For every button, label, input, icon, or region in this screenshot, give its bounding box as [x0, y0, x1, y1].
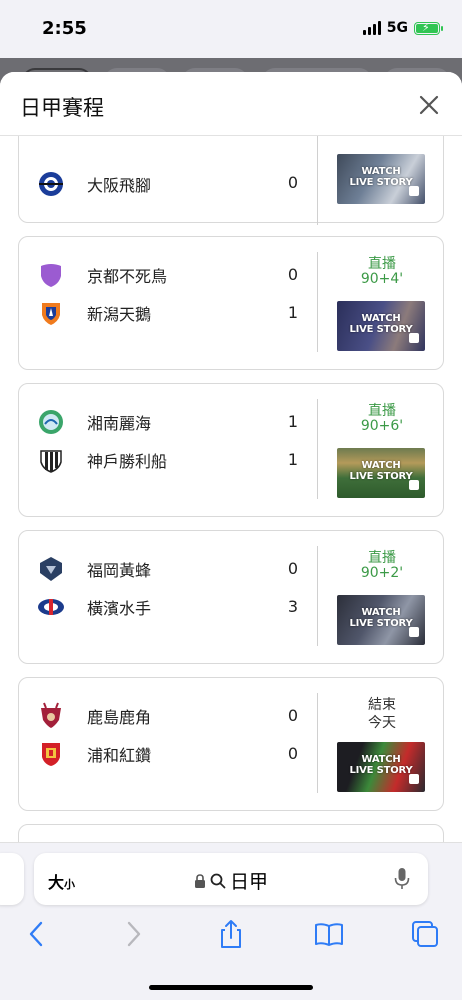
kashima-antlers-crest-icon	[37, 702, 65, 730]
divider	[317, 133, 318, 225]
match-time: 90+2'	[360, 565, 404, 581]
text-size-small-label: 小	[64, 878, 76, 891]
away-team-name: 橫濱水手	[87, 599, 152, 618]
away-team-score: 1	[287, 303, 299, 322]
thumbnail-caption: WATCH LIVE STORY	[349, 460, 413, 482]
cellular-signal-icon	[362, 21, 381, 35]
share-icon[interactable]	[216, 919, 246, 949]
away-team-score: 0	[287, 173, 299, 192]
tabs-icon[interactable]	[410, 919, 440, 949]
schedule-sheet: 日甲賽程 大阪飛腳 0 WATCH LIVE STORY 京都不死鳥 0 新潟天…	[0, 72, 462, 852]
status-bar: 2:55 5G ⚡	[0, 0, 462, 58]
shonan-bellmare-crest-icon	[37, 408, 65, 436]
home-team-score: 0	[287, 559, 299, 578]
battery-charging-icon: ⚡	[414, 21, 443, 35]
thumbnail-caption: WATCH LIVE STORY	[349, 607, 413, 629]
live-story-thumbnail[interactable]: WATCH LIVE STORY	[337, 301, 425, 351]
sheet-header: 日甲賽程	[0, 72, 462, 136]
lock-icon	[195, 873, 205, 888]
story-icon	[409, 186, 419, 196]
close-icon[interactable]	[418, 94, 440, 116]
back-icon[interactable]	[22, 919, 52, 949]
thumbnail-caption: WATCH LIVE STORY	[349, 754, 413, 776]
forward-icon[interactable]	[118, 919, 148, 949]
browser-bottom-bar: 大小 日甲	[0, 842, 462, 1000]
away-team-name: 浦和紅鑽	[87, 746, 152, 765]
status-indicators: 5G ⚡	[362, 20, 443, 36]
search-query: 日甲	[230, 871, 269, 893]
kyoto-sanga-crest-icon	[37, 261, 65, 289]
live-story-thumbnail[interactable]: WATCH LIVE STORY	[337, 742, 425, 792]
browser-toolbar	[0, 919, 462, 959]
match-card[interactable]: 京都不死鳥 0 新潟天鵝 1 直播 90+4' WATCH LIVE STORY	[18, 236, 444, 370]
home-team-score: 0	[287, 265, 299, 284]
match-card[interactable]: 鹿島鹿角 0 浦和紅鑽 0 結束 今天 WATCH LIVE STORY	[18, 677, 444, 811]
match-status: 直播	[368, 403, 396, 419]
match-status: 直播	[368, 550, 396, 566]
divider	[317, 546, 318, 646]
away-team-name: 神戶勝利船	[87, 452, 168, 471]
home-team-name: 京都不死鳥	[87, 267, 168, 286]
live-story-thumbnail[interactable]: WATCH LIVE STORY	[337, 595, 425, 645]
story-icon	[409, 333, 419, 343]
network-type: 5G	[386, 20, 408, 36]
match-time: 90+4'	[360, 271, 404, 287]
gamba-osaka-crest-icon	[37, 170, 65, 198]
match-card[interactable]: 湘南麗海 1 神戶勝利船 1 直播 90+6' WATCH LIVE STORY	[18, 383, 444, 517]
yokohama-marinos-crest-icon	[37, 593, 65, 621]
away-team-name: 新潟天鵝	[87, 305, 152, 324]
divider	[317, 252, 318, 352]
urawa-reds-crest-icon	[37, 740, 65, 768]
away-team-score: 0	[287, 744, 299, 763]
match-status: 結束	[368, 697, 396, 713]
sheet-title: 日甲賽程	[20, 96, 104, 120]
status-time: 2:55	[42, 18, 87, 39]
away-team-score: 3	[287, 597, 299, 616]
albirex-niigata-crest-icon	[37, 299, 65, 327]
thumbnail-caption: WATCH LIVE STORY	[349, 313, 413, 335]
vissel-kobe-crest-icon	[37, 446, 65, 474]
divider	[317, 693, 318, 793]
thumbnail-caption: WATCH LIVE STORY	[349, 166, 413, 188]
story-icon	[409, 627, 419, 637]
match-card[interactable]: 福岡黃蜂 0 橫濱水手 3 直播 90+2' WATCH LIVE STORY	[18, 530, 444, 664]
match-time: 90+6'	[360, 418, 404, 434]
away-team-name: 大阪飛腳	[87, 176, 152, 195]
home-team-name: 湘南麗海	[87, 414, 152, 433]
match-status: 直播	[368, 256, 396, 272]
home-team-score: 0	[287, 706, 299, 725]
address-display[interactable]: 日甲	[194, 867, 268, 894]
match-date: 今天	[368, 715, 396, 731]
microphone-icon[interactable]	[394, 867, 410, 891]
avispa-fukuoka-crest-icon	[37, 555, 65, 583]
previous-tab-preview[interactable]	[0, 853, 24, 905]
address-bar[interactable]: 大小 日甲	[34, 853, 428, 905]
divider	[317, 399, 318, 499]
story-icon	[409, 774, 419, 784]
home-team-name: 鹿島鹿角	[87, 708, 152, 727]
bookmarks-icon[interactable]	[314, 919, 344, 949]
search-icon	[210, 873, 226, 888]
story-icon	[409, 480, 419, 490]
away-team-score: 1	[287, 450, 299, 469]
home-team-name: 福岡黃蜂	[87, 561, 152, 580]
live-story-thumbnail[interactable]: WATCH LIVE STORY	[337, 154, 425, 204]
home-team-score: 1	[287, 412, 299, 431]
text-size-button[interactable]: 大小	[48, 869, 75, 893]
home-indicator	[149, 985, 313, 990]
text-size-large-label: 大	[48, 873, 65, 892]
live-story-thumbnail[interactable]: WATCH LIVE STORY	[337, 448, 425, 498]
